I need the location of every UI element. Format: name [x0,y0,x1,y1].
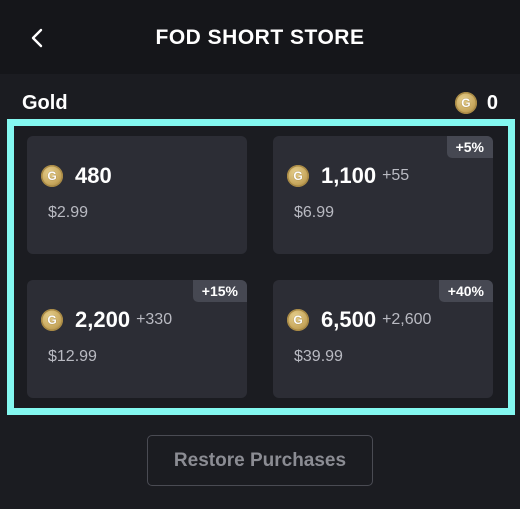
gold-package-card-1100[interactable]: +5% G 1,100 +55 $6.99 [273,136,493,254]
package-bonus: +330 [136,311,173,328]
gold-balance: G 0 [454,91,498,115]
gold-package-card-480[interactable]: G 480 $2.99 [27,136,247,254]
gold-package-card-6500[interactable]: +40% G 6,500 +2,600 $39.99 [273,280,493,398]
package-bonus: +55 [382,167,410,184]
bonus-percent-badge: +15% [192,280,247,302]
app-header: FOD SHORT STORE [0,0,520,74]
gold-balance-value: 0 [486,91,498,114]
page-title: FOD SHORT STORE [155,26,365,49]
gold-coin-icon: G [41,165,63,187]
package-bonus: +2,600 [382,311,432,328]
gold-coin-icon: G [41,309,63,331]
gold-coin-icon: G [287,165,309,187]
gold-package-card-2200[interactable]: +15% G 2,200 +330 $12.99 [27,280,247,398]
gold-coin-icon: G [287,309,309,331]
package-amount: 2,200 [75,307,131,332]
gold-coin-icon: G [454,92,477,114]
package-amount: 480 [75,163,112,188]
package-amount: 6,500 [321,307,377,332]
restore-purchases-button[interactable]: Restore Purchases [147,435,373,486]
bonus-percent-badge: +40% [438,280,493,302]
package-price: $39.99 [294,348,343,365]
package-price: $12.99 [48,348,97,365]
bonus-percent-badge: +5% [446,136,493,158]
package-price: $6.99 [294,204,335,221]
section-label-gold: Gold [22,92,68,114]
package-amount: 1,100 [321,163,377,188]
package-price: $2.99 [48,204,89,221]
